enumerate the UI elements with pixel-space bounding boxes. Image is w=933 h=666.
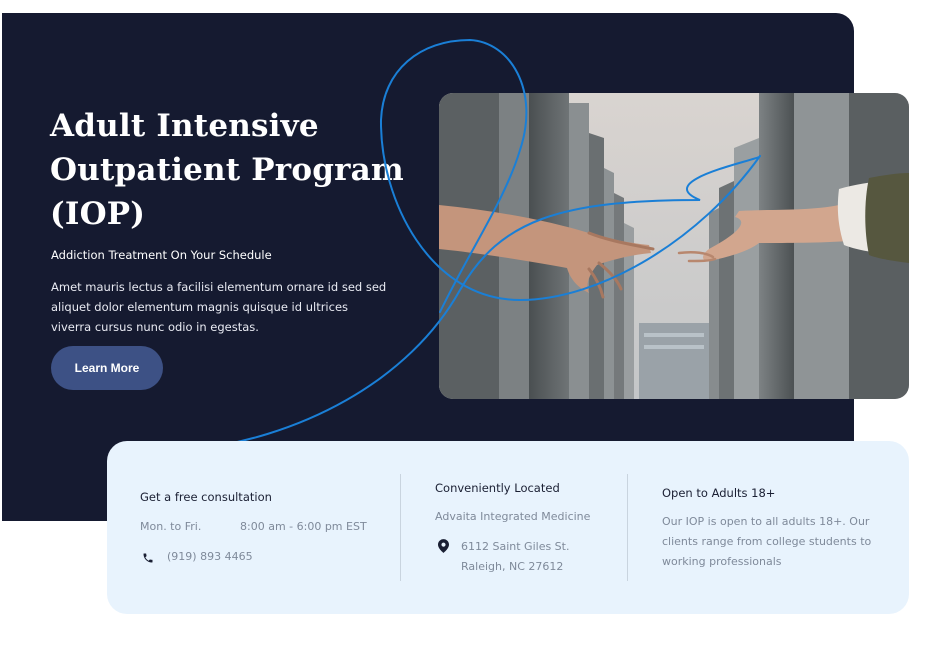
hero-photo-hands [439,93,909,399]
audience-heading: Open to Adults 18+ [662,486,776,500]
phone-number[interactable]: (919) 893 4465 [167,547,253,567]
hero-subtitle: Addiction Treatment On Your Schedule [51,248,272,262]
consultation-column: Get a free consultation Mon. to Fri. 8:0… [107,441,400,614]
office-days: Mon. to Fri. [140,520,202,533]
office-hours: 8:00 am - 6:00 pm EST [240,520,367,533]
location-name: Advaita Integrated Medicine [435,510,591,523]
audience-column: Open to Adults 18+ Our IOP is open to al… [628,441,909,614]
address-line-1: 6112 Saint Giles St. [461,540,570,553]
learn-more-button[interactable]: Learn More [51,346,163,390]
phone-icon [143,553,153,563]
hero-description: Amet mauris lectus a facilisi elementum … [51,280,387,334]
address-line-2: Raleigh, NC 27612 [461,560,564,573]
location-heading: Conveniently Located [435,481,560,495]
consultation-heading: Get a free consultation [140,490,272,504]
map-pin-icon [438,539,449,553]
page-title: Adult Intensive Outpatient Program (IOP) [50,108,404,232]
info-card: Get a free consultation Mon. to Fri. 8:0… [107,441,909,614]
location-column: Conveniently Located Advaita Integrated … [401,441,627,614]
audience-description: Our IOP is open to all adults 18+. Our c… [662,515,872,568]
